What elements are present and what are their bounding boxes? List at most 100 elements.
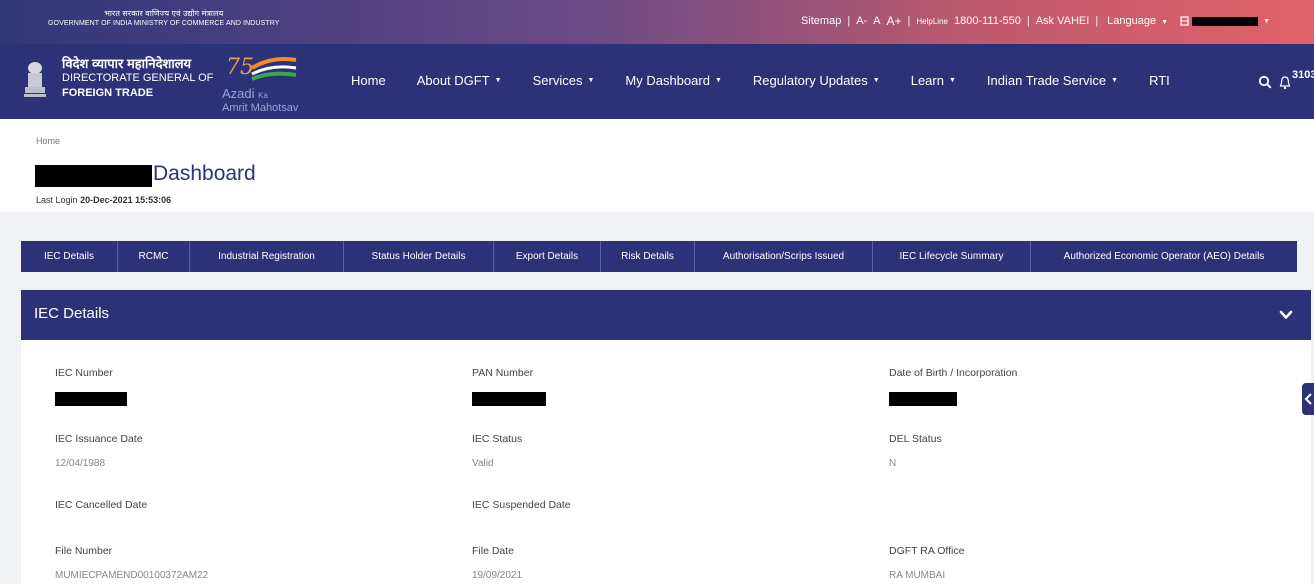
tab-status-holder-details[interactable]: Status Holder Details [344,241,494,272]
last-login-value: 20-Dec-2021 15:53:06 [80,195,172,205]
azadi-ka-amrit-mahotsav-logo: 75 Azadi Ka Amrit Mahotsav [222,52,300,114]
tab-label: RCMC [138,251,169,262]
notifications-button[interactable]: 3103 [1279,69,1314,91]
nav-regulatory-updates[interactable]: Regulatory Updates ▼ [753,73,880,88]
separator: | [847,15,851,27]
sitemap-link[interactable]: Sitemap [801,15,841,27]
field-value: Valid [472,458,494,469]
field-file-number: File Number MUMIECPAMEND00100372AM22 [55,545,208,581]
tab-authorisation-scrips-issued[interactable]: Authorisation/Scrips Issued [695,241,873,272]
tab-rcmc[interactable]: RCMC [118,241,190,272]
separator: | [1026,15,1030,27]
tab-industrial-registration[interactable]: Industrial Registration [190,241,344,272]
tab-label: IEC Lifecycle Summary [899,251,1004,262]
nav-my-dashboard[interactable]: My Dashboard ▼ [625,73,721,88]
nav-label: Services [532,73,583,88]
caret-down-icon: ▼ [872,77,880,84]
tricolor-75-icon: 75 [226,55,297,81]
nav-menu: Home About DGFT ▼ Services ▼ My Dashboard ▼… [351,73,1201,88]
tab-iec-details[interactable]: IEC Details [21,241,118,272]
field-label: DGFT RA Office [889,545,965,557]
nav-label: Regulatory Updates [752,73,868,88]
nav-home[interactable]: Home [351,73,386,88]
redacted-company-name [35,165,152,187]
caret-down-icon: ▼ [587,77,595,84]
field-label: IEC Cancelled Date [55,499,148,511]
nav-label: Indian Trade Service [986,73,1107,88]
brand-line-1: DIRECTORATE GENERAL OF [62,72,214,84]
ask-vahei-link[interactable]: Ask VAHEI [1036,15,1090,27]
field-iec-status: IEC Status Valid [472,433,522,469]
ka-text: Ka [258,91,268,100]
field-date-of-birth: Date of Birth / Incorporation [889,367,1017,406]
field-iec-cancelled-date: IEC Cancelled Date [55,499,147,511]
dgft-logo-text[interactable]: विदेश व्यापार महानिदेशालय DIRECTORATE GE… [62,56,213,101]
field-value: 12/04/1988 [55,458,106,469]
nav-rti[interactable]: RTI [1149,73,1170,88]
helpline-number[interactable]: 1800-111-550 [954,15,1021,27]
azadi-text: Azadi [222,86,255,101]
field-pan-number: PAN Number [472,367,546,406]
national-emblem-icon [24,62,46,97]
nav-label: My Dashboard [625,73,710,88]
nav-label: Home [351,73,386,88]
separator: | [907,15,911,27]
breadcrumb-home[interactable]: Home [36,136,60,146]
user-menu[interactable]: ▼ [1180,16,1273,26]
nav-label: RTI [1149,73,1170,88]
nav-learn[interactable]: Learn ▼ [911,73,956,88]
nav-label: Learn [910,73,944,88]
font-decrease-button[interactable]: A- [856,15,867,27]
caret-down-icon: ▼ [1111,77,1119,84]
last-login: Last Login 20-Dec-2021 15:53:06 [36,195,171,205]
language-dropdown[interactable]: Language ▼ [1104,15,1171,27]
field-iec-number: IEC Number [55,367,127,406]
font-increase-button[interactable]: A+ [887,14,902,28]
field-value: RA MUMBAI [889,570,946,581]
field-value: MUMIECPAMEND00100372AM22 [55,570,209,581]
brand-hindi: विदेश व्यापार महानिदेशालय [62,56,192,71]
font-normal-button[interactable]: A [873,15,880,27]
field-file-date: File Date 19/09/2021 [472,545,522,581]
redacted-value [889,392,957,406]
side-feedback-tab[interactable] [1302,383,1314,415]
nav-services[interactable]: Services ▼ [533,73,595,88]
page-title: Dashboard [153,162,256,185]
dashboard-tabs: IEC Details RCMC Industrial Registration… [21,241,1297,272]
gov-header-hindi: भारत सरकार वाणिज्य एवं उद्योग मंत्रालय [104,9,224,18]
panel-title: IEC Details [34,305,110,322]
tab-aeo-details[interactable]: Authorized Economic Operator (AEO) Detai… [1031,241,1297,272]
notification-count: 3103 [1292,69,1314,81]
utility-links: Sitemap | A- A A+ | HelpLine 1800-111-55… [798,14,1276,28]
nav-icons: 3103 [1258,66,1314,91]
nav-label: About DGFT [416,73,490,88]
search-icon[interactable] [1258,75,1272,89]
tab-label: Export Details [515,251,579,262]
tab-risk-details[interactable]: Risk Details [601,241,695,272]
language-label: Language [1107,15,1157,27]
redacted-value [472,392,546,406]
main-navbar: विदेश व्यापार महानिदेशालय DIRECTORATE GE… [0,44,1314,119]
field-value: 19/09/2021 [472,570,523,581]
tab-label: Authorisation/Scrips Issued [722,251,845,262]
field-label: IEC Number [55,367,113,379]
field-value: N [889,458,897,469]
field-label: IEC Suspended Date [472,499,571,511]
panel-header[interactable]: IEC Details [21,290,1311,340]
field-label: DEL Status [889,433,942,445]
caret-down-icon: ▼ [1263,17,1270,25]
field-label: IEC Issuance Date [55,433,143,445]
chevron-down-icon[interactable] [1279,308,1293,322]
field-label: File Number [55,545,113,557]
amrit-mahotsav-text: Amrit Mahotsav [222,102,299,114]
nav-about-dgft[interactable]: About DGFT ▼ [417,73,502,88]
last-login-label: Last Login [36,195,78,205]
tab-export-details[interactable]: Export Details [494,241,601,272]
svg-text:75: 75 [226,55,254,80]
caret-down-icon: ▼ [494,77,502,84]
nav-indian-trade-service[interactable]: Indian Trade Service ▼ [987,73,1118,88]
tab-iec-lifecycle-summary[interactable]: IEC Lifecycle Summary [873,241,1031,272]
gov-header-english: GOVERNMENT OF INDIA MINISTRY OF COMMERCE… [48,20,280,27]
field-iec-suspended-date: IEC Suspended Date [472,499,571,511]
caret-down-icon: ▼ [714,77,722,84]
